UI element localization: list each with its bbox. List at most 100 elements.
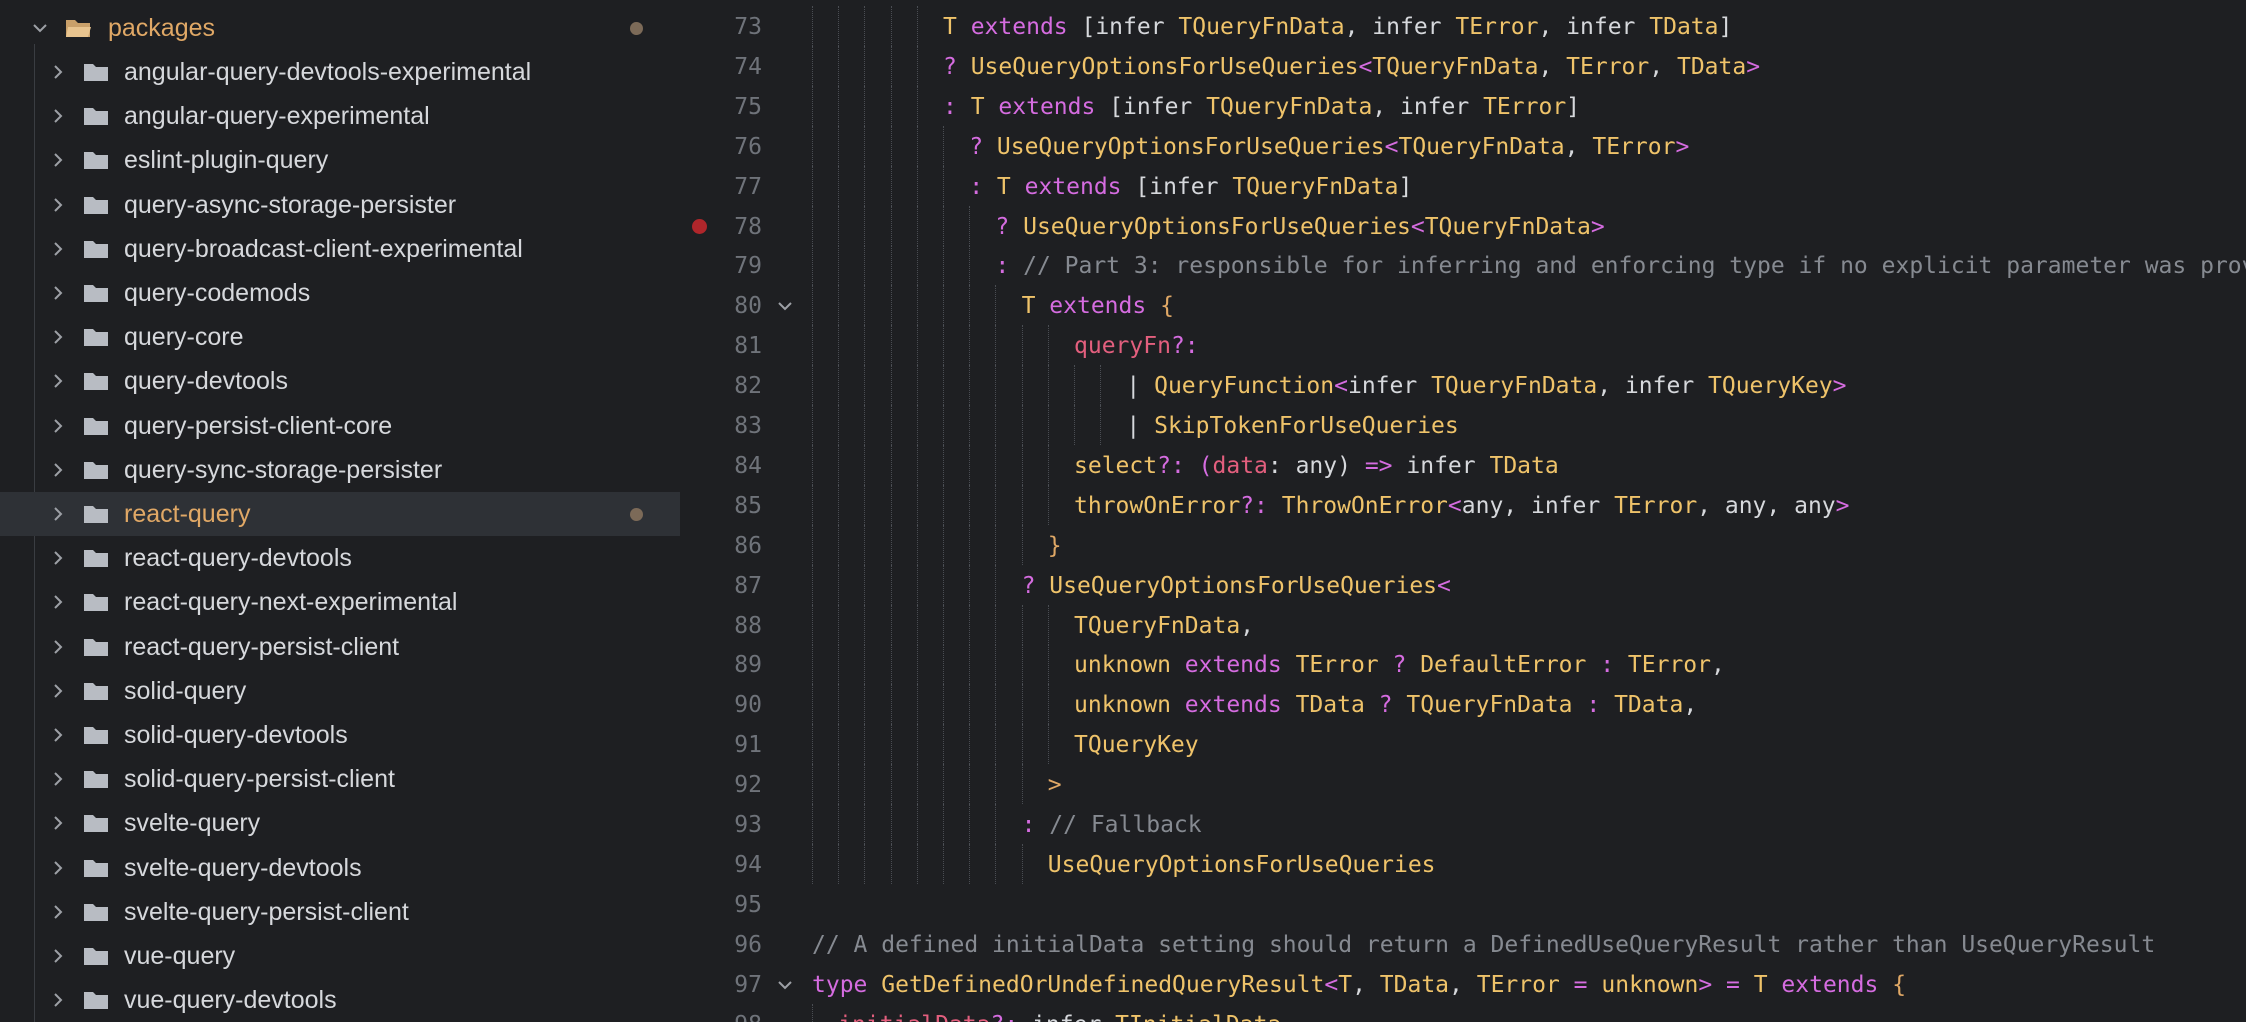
code-line-86[interactable]: 86} — [680, 524, 2246, 565]
indent-guide — [943, 365, 944, 406]
line-number: 96 — [734, 931, 762, 958]
code-line-91[interactable]: 91 TQueryKey — [680, 724, 2246, 765]
code-line-79[interactable]: 79: // Part 3: responsible for inferring… — [680, 245, 2246, 286]
indent-guide — [864, 764, 866, 805]
indent-guide — [812, 165, 813, 206]
tree-item-solid-query-devtools[interactable]: solid-query-devtools — [0, 713, 680, 757]
code-line-80[interactable]: 80 T extends { — [680, 285, 2246, 326]
tree-root-packages[interactable]: packages — [0, 6, 680, 50]
tree-item-vue-query-devtools[interactable]: vue-query-devtools — [0, 978, 680, 1022]
code-token: , — [1449, 971, 1477, 998]
code-line-73[interactable]: 73 T extends [infer TQueryFnData, infer T… — [680, 6, 2246, 46]
tree-item-vue-query[interactable]: vue-query — [0, 934, 680, 978]
code-token: TQueryFnData — [1424, 213, 1591, 240]
indent-guide — [995, 804, 997, 844]
tree-item-query-persist-client-core[interactable]: query-persist-client-core — [0, 404, 680, 448]
indent-guide — [916, 205, 918, 246]
code-line-82[interactable]: 82 | QueryFunction<infer TQueryFnData, in… — [680, 365, 2246, 406]
tree-item-angular-query-devtools-experimental[interactable]: angular-query-devtools-experimental — [0, 50, 680, 94]
indent-guide — [838, 165, 840, 206]
tree-item-solid-query[interactable]: solid-query — [0, 669, 680, 713]
indent-guide — [916, 365, 918, 406]
code-token: , — [1649, 53, 1677, 80]
tree-item-eslint-plugin-query[interactable]: eslint-plugin-query — [0, 138, 680, 182]
tree-item-react-query-next-experimental[interactable]: react-query-next-experimental — [0, 580, 680, 624]
line-number: 84 — [734, 452, 762, 479]
indent-guide — [812, 285, 813, 326]
tree-item-query-broadcast-client-experimental[interactable]: query-broadcast-client-experimental — [0, 227, 680, 271]
code-line-78[interactable]: 78? UseQueryOptionsForUseQueries<TQueryF… — [680, 205, 2246, 246]
tree-item-react-query-persist-client[interactable]: react-query-persist-client — [0, 625, 680, 669]
code-line-95[interactable]: 95 — [680, 884, 2246, 924]
indent-guide — [916, 405, 918, 445]
code-token: unknown — [1074, 692, 1185, 719]
chevron-right-icon — [54, 507, 63, 521]
file-explorer: packages angular-query-devtools-experime… — [0, 0, 680, 1022]
code-line-84[interactable]: 84 select?: (data: any) => infer TData — [680, 444, 2246, 485]
tree-item-react-query[interactable]: react-query — [0, 492, 680, 536]
indent-guide — [1021, 524, 1023, 565]
code-line-88[interactable]: 88 TQueryFnData, — [680, 604, 2246, 645]
code-line-90[interactable]: 90 unknown extends TData ? TQueryFnData :… — [680, 684, 2246, 725]
tree-item-query-async-storage-persister[interactable]: query-async-storage-persister — [0, 183, 680, 227]
indent-guide — [890, 604, 892, 645]
tree-item-svelte-query-persist-client[interactable]: svelte-query-persist-client — [0, 890, 680, 934]
code-token: , — [1564, 133, 1593, 160]
chevron-right-icon — [54, 684, 63, 698]
indent-guide — [943, 564, 944, 605]
code-token: } — [1047, 532, 1062, 559]
code-line-74[interactable]: 74? UseQueryOptionsForUseQueries<TQueryF… — [680, 45, 2246, 86]
indent-guide — [995, 684, 997, 725]
code-token: TQueryFnData — [1372, 53, 1539, 80]
code-line-97[interactable]: 97 type GetDefinedOrUndefinedQueryResult<… — [680, 964, 2246, 1004]
indent-guide — [890, 804, 892, 844]
tree-item-query-sync-storage-persister[interactable]: query-sync-storage-persister — [0, 448, 680, 492]
fold-chevron-icon[interactable] — [776, 976, 794, 994]
indent-guide — [943, 245, 944, 286]
code-line-75[interactable]: 75: T extends [infer TQueryFnData, infer… — [680, 85, 2246, 126]
code-line-89[interactable]: 89 unknown extends TError ? DefaultError … — [680, 644, 2246, 685]
indent-guide — [916, 245, 918, 286]
code-line-76[interactable]: 76? UseQueryOptionsForUseQueries<TQueryF… — [680, 125, 2246, 166]
indent-guide — [969, 405, 971, 445]
tree-item-solid-query-persist-client[interactable]: solid-query-persist-client — [0, 757, 680, 801]
code-token: => — [1364, 452, 1407, 479]
code-text: unknown extends TData ? TQueryFnData : T… — [1074, 692, 1697, 718]
code-token: ? — [1021, 572, 1050, 599]
folder-icon — [84, 992, 108, 1010]
chevron-right-icon — [54, 639, 63, 654]
code-line-92[interactable]: 92 > — [680, 764, 2246, 805]
line-number: 89 — [734, 652, 762, 679]
code-line-94[interactable]: 94 UseQueryOptionsForUseQueries — [680, 843, 2246, 884]
line-number: 98 — [680, 1012, 762, 1022]
chevron-right-icon — [54, 109, 63, 123]
code-line-93[interactable]: 93: // Fallback — [680, 804, 2246, 844]
code-token: infer — [1032, 1012, 1115, 1022]
code-editor[interactable]: 73 T extends [infer TQueryFnData, infer T… — [680, 0, 2246, 1022]
code-line-98[interactable]: 98 initialData?: infer TInitialData — [680, 1003, 2246, 1022]
code-token: [infer — [1135, 173, 1233, 200]
tree-item-react-query-devtools[interactable]: react-query-devtools — [0, 536, 680, 580]
line-number: 76 — [734, 133, 762, 160]
indent-guide — [838, 125, 840, 166]
tree-item-query-core[interactable]: query-core — [0, 315, 680, 359]
tree-item-svelte-query[interactable]: svelte-query — [0, 801, 680, 845]
code-token: TData — [1676, 53, 1747, 80]
code-line-81[interactable]: 81 queryFn?: — [680, 325, 2246, 366]
chevron-right-icon — [54, 65, 63, 79]
tree-item-svelte-query-devtools[interactable]: svelte-query-devtools — [0, 846, 680, 890]
code-token: , — [1538, 53, 1567, 80]
tree-item-query-codemods[interactable]: query-codemods — [0, 271, 680, 315]
tree-item-angular-query-experimental[interactable]: angular-query-experimental — [0, 94, 680, 138]
code-line-96[interactable]: 96 // A defined initialData setting shoul… — [680, 924, 2246, 964]
fold-chevron-icon[interactable] — [776, 297, 794, 315]
code-line-83[interactable]: 83 | SkipTokenForUseQueries — [680, 405, 2246, 445]
modified-indicator — [630, 508, 643, 521]
code-token: TQueryKey — [1708, 373, 1833, 400]
tree-item-query-devtools[interactable]: query-devtools — [0, 359, 680, 403]
code-token: TData — [1614, 692, 1684, 719]
code-line-77[interactable]: 77: T extends [infer TQueryFnData] — [680, 165, 2246, 206]
code-token: TQueryFnData — [1232, 173, 1399, 200]
code-line-87[interactable]: 87? UseQueryOptionsForUseQueries< — [680, 564, 2246, 605]
code-line-85[interactable]: 85 throwOnError?: ThrowOnError<any, infer… — [680, 484, 2246, 525]
